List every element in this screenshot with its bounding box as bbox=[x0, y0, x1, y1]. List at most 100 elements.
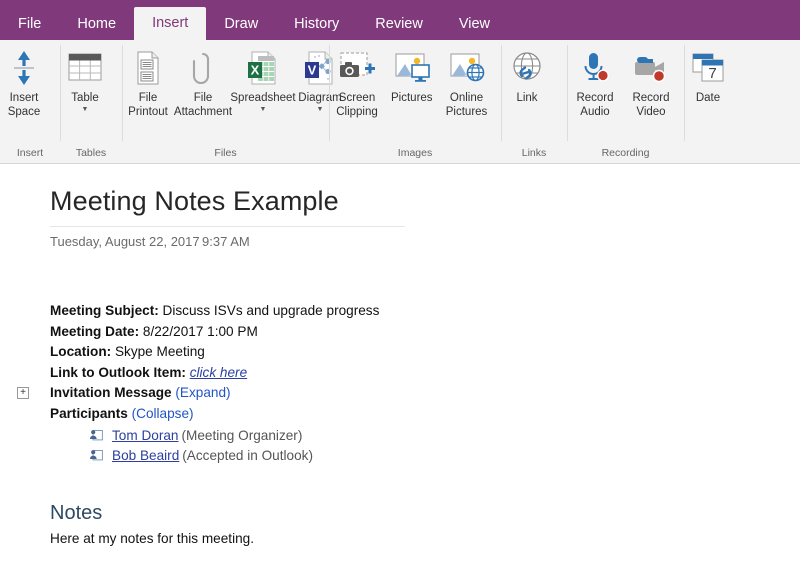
record-video-icon bbox=[631, 48, 671, 88]
record-video-button[interactable]: Record Video bbox=[623, 46, 679, 119]
ribbon-group-label-files: Files bbox=[122, 147, 329, 163]
spreadsheet-button[interactable]: X Spreadsheet ▼ bbox=[232, 46, 294, 114]
participants-collapse-toggle[interactable]: (Collapse) bbox=[132, 406, 194, 421]
participant-row: Tom Doran (Meeting Organizer) bbox=[89, 426, 800, 445]
tab-history[interactable]: History bbox=[276, 8, 357, 40]
file-printout-icon bbox=[133, 48, 163, 88]
svg-text:X: X bbox=[251, 63, 260, 78]
ribbon-group-tables: Table ▼ Tables bbox=[60, 40, 122, 163]
link-label: Link bbox=[516, 91, 537, 105]
ribbon-tab-bar: File Home Insert Draw History Review Vie… bbox=[0, 0, 800, 40]
screen-clipping-button[interactable]: Screen Clipping bbox=[329, 46, 385, 119]
table-icon bbox=[66, 48, 104, 88]
ribbon-group-recording: Record Audio Record Video Recording bbox=[567, 40, 684, 163]
meeting-subject-label: Meeting Subject: bbox=[50, 303, 159, 318]
file-attachment-button[interactable]: File Attachment bbox=[174, 46, 232, 119]
ribbon-group-label-insert: Insert bbox=[0, 147, 60, 163]
outlook-click-here-link[interactable]: click here bbox=[190, 365, 247, 380]
meeting-location-label: Location: bbox=[50, 344, 111, 359]
date-label: Date bbox=[696, 91, 720, 105]
insert-space-icon bbox=[10, 48, 38, 88]
tab-draw[interactable]: Draw bbox=[206, 8, 276, 40]
file-attachment-icon bbox=[190, 48, 216, 88]
pictures-button[interactable]: Pictures bbox=[385, 46, 439, 105]
outlook-link-row: Link to Outlook Item: click here bbox=[50, 363, 800, 384]
contact-card-icon bbox=[89, 428, 104, 443]
meeting-details: Meeting Subject: Discuss ISVs and upgrad… bbox=[50, 301, 800, 465]
chevron-down-icon[interactable]: ▼ bbox=[82, 106, 89, 114]
record-video-label: Record Video bbox=[632, 91, 669, 119]
record-audio-label: Record Audio bbox=[576, 91, 613, 119]
tab-view[interactable]: View bbox=[441, 8, 508, 40]
ribbon-group-files: File Printout File Attachment bbox=[122, 40, 329, 163]
tab-insert[interactable]: Insert bbox=[134, 7, 206, 40]
online-pictures-icon bbox=[447, 48, 487, 88]
table-label: Table bbox=[71, 91, 99, 105]
table-button[interactable]: Table ▼ bbox=[60, 46, 110, 114]
ribbon-group-insert: Insert Space Insert bbox=[0, 40, 60, 163]
link-icon bbox=[507, 48, 547, 88]
insert-space-button[interactable]: Insert Space bbox=[0, 46, 48, 119]
invitation-expand-toggle[interactable]: (Expand) bbox=[175, 385, 230, 400]
expand-collapse-icon[interactable]: + bbox=[17, 387, 29, 399]
ribbon: Insert Space Insert bbox=[0, 40, 800, 164]
meeting-date-label: Meeting Date: bbox=[50, 324, 139, 339]
ribbon-group-label-recording: Recording bbox=[567, 147, 684, 163]
ribbon-group-label-tables: Tables bbox=[60, 147, 122, 163]
page-time[interactable]: 9:37 AM bbox=[202, 234, 250, 249]
tab-home[interactable]: Home bbox=[59, 8, 134, 40]
ribbon-group-links: Link Links bbox=[501, 40, 567, 163]
link-button[interactable]: Link bbox=[501, 46, 553, 105]
participant-name[interactable]: Tom Doran bbox=[112, 426, 178, 445]
page-date[interactable]: Tuesday, August 22, 2017 bbox=[50, 234, 202, 249]
ribbon-group-images: Screen Clipping Pictures bbox=[329, 40, 501, 163]
invitation-message-row: + Invitation Message (Expand) bbox=[50, 383, 800, 404]
spreadsheet-label: Spreadsheet bbox=[230, 91, 295, 105]
participant-status: (Accepted in Outlook) bbox=[182, 446, 313, 465]
participants-row: Participants (Collapse) bbox=[50, 404, 800, 425]
contact-card-icon bbox=[89, 448, 104, 463]
notes-body-text[interactable]: Here at my notes for this meeting. bbox=[50, 531, 800, 546]
page-datetime: Tuesday, August 22, 2017 9:37 AM bbox=[50, 234, 800, 249]
chevron-down-icon[interactable]: ▼ bbox=[317, 106, 324, 114]
tab-review[interactable]: Review bbox=[357, 8, 441, 40]
tab-file[interactable]: File bbox=[0, 8, 59, 40]
participants-label: Participants bbox=[50, 406, 128, 421]
meeting-date-value: 8/22/2017 1:00 PM bbox=[143, 324, 258, 339]
title-divider bbox=[50, 226, 405, 227]
date-day-number: 7 bbox=[708, 65, 716, 82]
meeting-subject-row: Meeting Subject: Discuss ISVs and upgrad… bbox=[50, 301, 800, 322]
meeting-subject-value: Discuss ISVs and upgrade progress bbox=[163, 303, 380, 318]
meeting-date-row: Meeting Date: 8/22/2017 1:00 PM bbox=[50, 322, 800, 343]
file-attachment-label: File Attachment bbox=[174, 91, 232, 119]
ribbon-group-date: 7 Date bbox=[684, 40, 744, 163]
online-pictures-button[interactable]: Online Pictures bbox=[439, 46, 495, 119]
insert-space-label: Insert Space bbox=[8, 91, 41, 119]
screen-clipping-icon bbox=[337, 48, 377, 88]
file-printout-label: File Printout bbox=[128, 91, 168, 119]
participant-name[interactable]: Bob Beaird bbox=[112, 446, 179, 465]
outlook-link-label: Link to Outlook Item: bbox=[50, 365, 186, 380]
participant-status: (Meeting Organizer) bbox=[181, 426, 302, 445]
spreadsheet-icon: X bbox=[245, 48, 281, 88]
notes-heading[interactable]: Notes bbox=[50, 502, 800, 525]
invitation-message-label: Invitation Message bbox=[50, 385, 172, 400]
ribbon-group-label-links: Links bbox=[501, 147, 567, 163]
date-icon: 7 bbox=[690, 48, 726, 88]
note-page-canvas[interactable]: Meeting Notes Example Tuesday, August 22… bbox=[0, 164, 800, 580]
chevron-down-icon[interactable]: ▼ bbox=[260, 106, 267, 114]
record-audio-icon bbox=[578, 48, 612, 88]
svg-text:V: V bbox=[308, 63, 317, 78]
pictures-label: Pictures bbox=[391, 91, 433, 105]
file-printout-button[interactable]: File Printout bbox=[122, 46, 174, 119]
page-title[interactable]: Meeting Notes Example bbox=[50, 186, 800, 217]
record-audio-button[interactable]: Record Audio bbox=[567, 46, 623, 119]
meeting-location-row: Location: Skype Meeting bbox=[50, 342, 800, 363]
date-button[interactable]: 7 Date bbox=[684, 46, 732, 105]
screen-clipping-label: Screen Clipping bbox=[336, 91, 378, 119]
meeting-location-value: Skype Meeting bbox=[115, 344, 205, 359]
participant-row: Bob Beaird (Accepted in Outlook) bbox=[89, 446, 800, 465]
online-pictures-label: Online Pictures bbox=[446, 91, 488, 119]
ribbon-group-label-date bbox=[684, 159, 744, 163]
ribbon-group-label-images: Images bbox=[329, 147, 501, 163]
